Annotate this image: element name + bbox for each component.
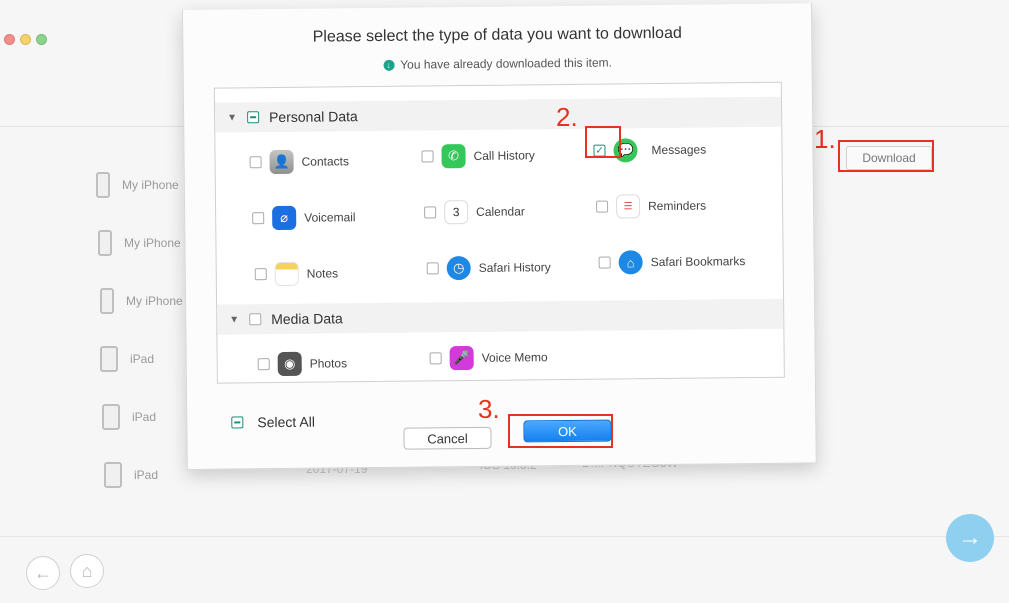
device-name: My iPhone [124, 236, 181, 250]
device-row[interactable]: iPad [102, 404, 156, 430]
device-row[interactable]: My iPhone [98, 230, 181, 256]
section-label: Personal Data [268, 108, 358, 126]
item-calendar[interactable]: 3 Calendar [424, 199, 525, 225]
close-window-button[interactable] [4, 34, 15, 45]
minimize-window-button[interactable] [20, 34, 31, 45]
disclosure-triangle-icon[interactable]: ▼ [229, 314, 239, 325]
ipad-icon [100, 346, 118, 372]
disclosure-triangle-icon[interactable]: ▼ [227, 112, 237, 123]
download-note: ↓ You have already downloaded this item. [184, 53, 812, 74]
device-row[interactable]: iPad [104, 462, 158, 488]
voicemail-checkbox[interactable] [252, 212, 265, 225]
next-button[interactable]: → [946, 514, 994, 562]
back-button[interactable]: ← [26, 556, 60, 590]
window-controls [4, 34, 47, 45]
annotation-step-3: 3. [478, 394, 500, 424]
item-reminders[interactable]: ☰ Reminders [596, 194, 706, 219]
select-all[interactable]: Select All [231, 414, 315, 431]
device-name: iPad [132, 410, 157, 424]
arrow-left-icon: ← [34, 562, 52, 583]
voicemail-icon: ⌀ [272, 205, 297, 231]
footer-divider [0, 536, 1009, 537]
item-label: Reminders [648, 198, 707, 214]
device-row[interactable]: iPad [100, 346, 154, 372]
item-label: Messages [651, 142, 707, 158]
calendar-icon: 3 [444, 200, 469, 225]
home-button[interactable]: ⌂ [70, 554, 104, 588]
contacts-checkbox[interactable] [249, 156, 262, 169]
item-label: Contacts [301, 154, 350, 169]
data-type-panel[interactable]: ▼ Personal Data 👤 Contacts ✆ Call Histor… [213, 81, 785, 384]
item-contacts[interactable]: 👤 Contacts [249, 149, 350, 175]
annotation-box-download [838, 140, 934, 172]
device-row[interactable]: My iPhone [96, 172, 179, 198]
item-label: Notes [306, 266, 339, 281]
reminders-icon: ☰ [615, 194, 641, 219]
item-label: Photos [309, 356, 348, 371]
item-voice-memo[interactable]: 🎤 Voice Memo [429, 345, 548, 371]
camera-icon: ◉ [277, 351, 302, 377]
photos-checkbox[interactable] [257, 358, 270, 371]
item-label: Call History [473, 148, 535, 163]
item-label: Voice Memo [481, 350, 548, 365]
item-label: Safari History [478, 260, 551, 275]
ipad-icon [102, 404, 120, 430]
download-note-text: You have already downloaded this item. [400, 55, 612, 72]
ipad-icon [104, 462, 122, 488]
iphone-icon [98, 230, 112, 256]
device-name: My iPhone [122, 178, 179, 192]
annotation-step-2: 2. [556, 102, 578, 132]
section-media-data[interactable]: ▼ Media Data [217, 298, 784, 335]
select-all-checkbox[interactable] [231, 416, 244, 429]
item-label: Voicemail [304, 210, 356, 225]
reminders-checkbox[interactable] [596, 200, 609, 213]
item-label: Calendar [476, 204, 525, 219]
microphone-icon: 🎤 [449, 345, 474, 371]
arrow-right-icon: → [958, 524, 982, 551]
safari-history-checkbox[interactable] [426, 262, 439, 275]
iphone-icon [96, 172, 110, 198]
item-voicemail[interactable]: ⌀ Voicemail [252, 205, 356, 231]
call-history-checkbox[interactable] [421, 150, 434, 163]
home-icon: ⌂ [81, 560, 93, 581]
notes-icon [274, 261, 299, 287]
annotation-box-ok [508, 414, 613, 448]
section-personal-data[interactable]: ▼ Personal Data [214, 96, 782, 133]
annotation-step-1: 1. [814, 124, 836, 154]
safari-bookmarks-checkbox[interactable] [598, 256, 611, 269]
dialog-title: Please select the type of data you want … [312, 24, 682, 46]
annotation-box-messages [585, 126, 621, 158]
item-safari-history[interactable]: ◷ Safari History [426, 255, 551, 281]
contacts-icon: 👤 [269, 149, 294, 175]
item-photos[interactable]: ◉ Photos [257, 351, 348, 377]
device-name: iPad [134, 468, 159, 482]
item-notes[interactable]: Notes [254, 261, 339, 287]
item-safari-bookmarks[interactable]: ⌂ Safari Bookmarks [598, 249, 746, 275]
safari-bookmarks-icon: ⌂ [618, 250, 643, 275]
cancel-button[interactable]: Cancel [403, 426, 492, 450]
safari-history-icon: ◷ [446, 255, 471, 281]
maximize-window-button[interactable] [36, 34, 47, 45]
notes-checkbox[interactable] [254, 268, 267, 281]
device-name: iPad [130, 352, 155, 366]
personal-data-checkbox[interactable] [246, 111, 260, 124]
media-data-checkbox[interactable] [249, 313, 262, 326]
calendar-checkbox[interactable] [424, 206, 437, 219]
item-call-history[interactable]: ✆ Call History [421, 143, 535, 169]
device-name: My iPhone [126, 294, 183, 308]
voice-memo-checkbox[interactable] [429, 352, 442, 365]
download-check-icon: ↓ [383, 60, 395, 72]
item-label: Safari Bookmarks [650, 254, 746, 270]
iphone-icon [100, 288, 114, 314]
select-all-label: Select All [257, 413, 315, 431]
phone-icon: ✆ [441, 144, 466, 169]
device-row[interactable]: My iPhone [100, 288, 183, 314]
section-label: Media Data [271, 310, 343, 328]
